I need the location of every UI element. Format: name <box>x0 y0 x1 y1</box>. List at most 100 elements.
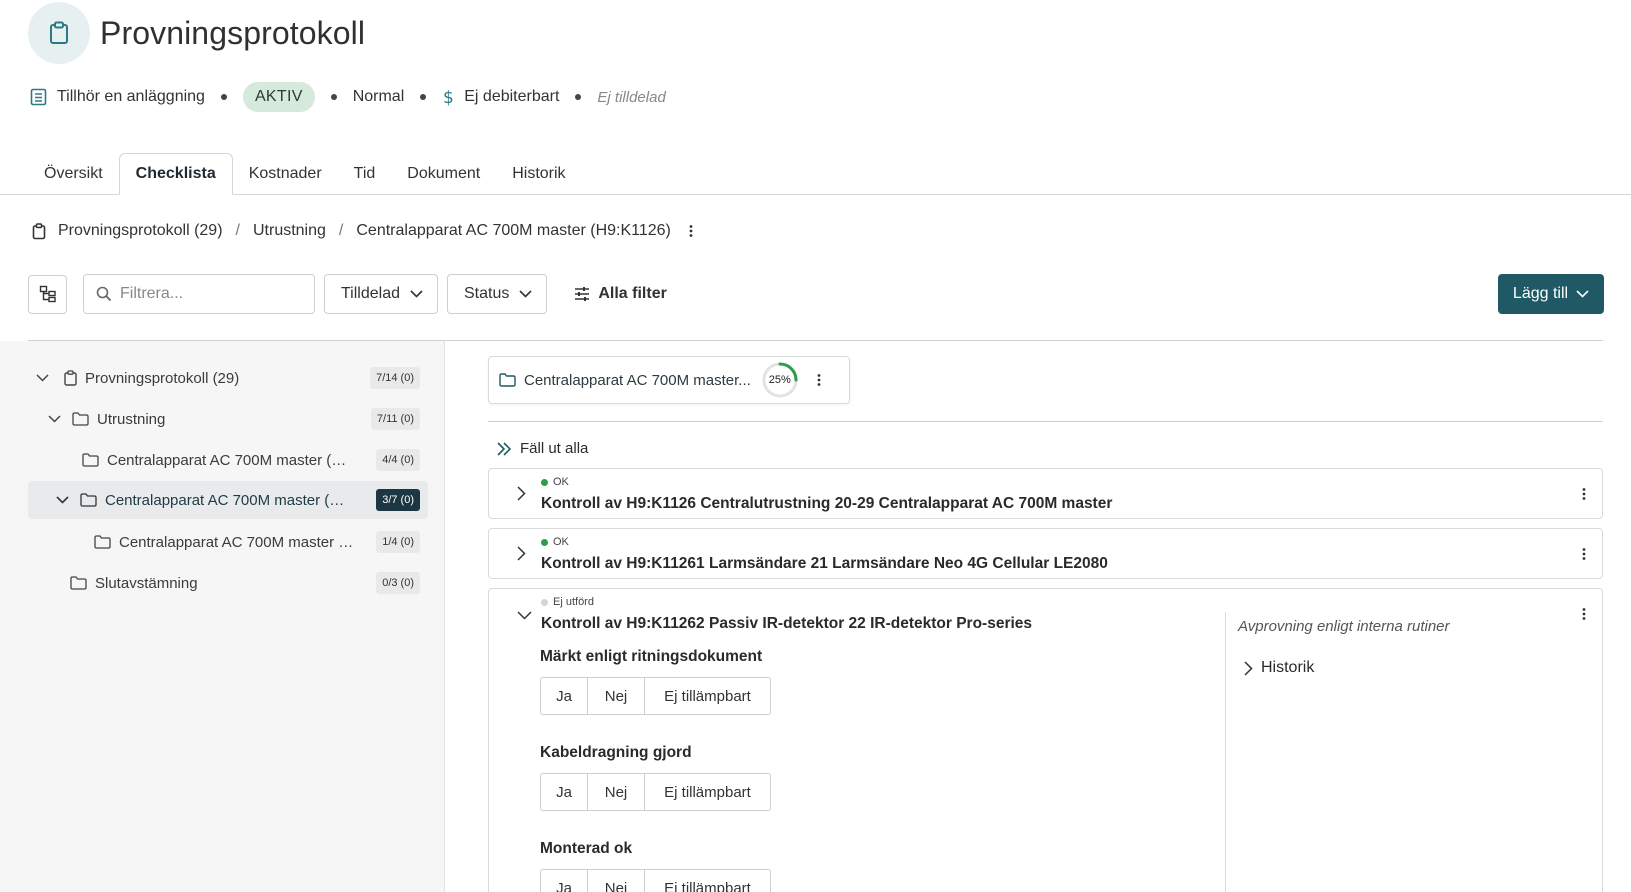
answer-no-button[interactable]: Nej <box>588 774 645 810</box>
toolbar: Tilldelad Status Alla filter <box>28 274 667 314</box>
dollar-icon: $ <box>442 88 454 106</box>
tab-historik[interactable]: Historik <box>496 153 581 195</box>
chevron-down-icon[interactable] <box>34 374 50 382</box>
breadcrumb-item[interactable]: Provningsprotokoll (29) <box>58 222 223 240</box>
answer-no-button[interactable]: Nej <box>588 678 645 714</box>
tree-item-label: Provningsprotokoll (29) <box>85 369 240 387</box>
status-dropdown[interactable]: Status <box>447 274 548 314</box>
answer-yes-button[interactable]: Ja <box>541 774 588 810</box>
group-card-title: Centralapparat AC 700M master... <box>524 371 751 389</box>
chevron-down-icon[interactable] <box>54 496 70 504</box>
double-chevron-right-icon <box>497 441 512 456</box>
more-vertical-icon[interactable] <box>689 224 693 238</box>
folder-icon <box>94 535 111 549</box>
assignee-label[interactable]: Ej tilldelad <box>597 89 665 106</box>
answer-no-button[interactable]: Nej <box>588 870 645 892</box>
answer-na-button[interactable]: Ej tillämpbart <box>645 678 770 714</box>
chevron-down-icon[interactable] <box>46 415 62 423</box>
chevron-right-icon <box>1244 660 1253 676</box>
status-indicator: OK <box>541 536 569 548</box>
more-vertical-icon[interactable] <box>817 373 821 387</box>
tab-tid[interactable]: Tid <box>338 153 392 195</box>
tree-icon <box>39 285 56 303</box>
answer-segmented-control: Ja Nej Ej tillämpbart <box>540 677 771 715</box>
tree-toggle-button[interactable] <box>28 274 67 314</box>
more-vertical-icon[interactable] <box>1582 547 1586 561</box>
checklist-item-title: Kontroll av H9:K1126 Centralutrustning 2… <box>541 495 1113 512</box>
tab-checklista[interactable]: Checklista <box>118 153 233 195</box>
folder-icon <box>70 576 87 590</box>
assigned-dropdown[interactable]: Tilldelad <box>324 274 438 314</box>
more-vertical-icon[interactable] <box>1582 487 1586 501</box>
history-toggle[interactable]: Historik <box>1244 659 1314 677</box>
priority-label[interactable]: Normal <box>353 88 405 106</box>
answer-segmented-control: Ja Nej Ej tillämpbart <box>540 869 771 892</box>
search-field[interactable] <box>83 274 315 314</box>
status-indicator: OK <box>541 476 569 488</box>
progress-count-badge: 0/3 (0) <box>376 572 420 594</box>
all-filters-button[interactable]: Alla filter <box>574 285 667 303</box>
breadcrumb-separator: / <box>338 222 344 239</box>
add-button[interactable]: Lägg till <box>1498 274 1604 314</box>
answer-na-button[interactable]: Ej tillämpbart <box>645 774 770 810</box>
content-divider <box>488 421 1603 422</box>
checklist-item[interactable]: OK Kontroll av H9:K11261 Larmsändare 21 … <box>488 528 1603 579</box>
chevron-down-icon <box>519 290 532 298</box>
status-dropdown-label: Status <box>464 285 510 302</box>
chevron-down-icon <box>410 290 423 298</box>
chevron-down-icon[interactable] <box>517 589 532 641</box>
expand-all-button[interactable]: Fäll ut alla <box>496 440 588 457</box>
history-label: Historik <box>1261 659 1315 676</box>
clipboard-icon <box>32 222 46 240</box>
checklist-item-title: Kontroll av H9:K11261 Larmsändare 21 Lar… <box>541 555 1108 572</box>
building-icon <box>30 88 47 106</box>
breadcrumb-item[interactable]: Utrustning <box>253 222 326 240</box>
tab-oversikt[interactable]: Översikt <box>28 153 119 195</box>
side-note-text: Avprovning enligt interna rutiner <box>1238 618 1450 635</box>
tree-item-label: Centralapparat AC 700M master (... <box>119 533 354 551</box>
chevron-right-icon[interactable] <box>517 529 526 578</box>
folder-icon <box>72 412 89 426</box>
checklist-item[interactable]: OK Kontroll av H9:K1126 Centralutrustnin… <box>488 468 1603 519</box>
answer-yes-button[interactable]: Ja <box>541 870 588 892</box>
status-dot <box>541 598 548 606</box>
tab-bar: Översikt Checklista Kostnader Tid Dokume… <box>28 153 1631 195</box>
tree-item-utrustning[interactable]: Utrustning 7/11 (0) <box>28 400 428 438</box>
progress-count-badge: 7/14 (0) <box>370 367 420 389</box>
progress-count-badge: 4/4 (0) <box>376 449 420 471</box>
svg-text:$: $ <box>443 88 454 106</box>
expand-all-label: Fäll ut alla <box>520 440 589 457</box>
tree-item-equipment[interactable]: Centralapparat AC 700M master (H... 4/4 … <box>28 441 428 479</box>
answer-na-button[interactable]: Ej tillämpbart <box>645 870 770 892</box>
search-icon <box>96 286 112 302</box>
tree-item-label: Utrustning <box>97 410 166 428</box>
folder-icon <box>499 373 516 387</box>
checklist-group-card[interactable]: Centralapparat AC 700M master... 25% <box>488 356 850 404</box>
tree-item-slutavstamning[interactable]: Slutavstämning 0/3 (0) <box>28 564 428 602</box>
chevron-down-icon <box>1576 290 1589 298</box>
breadcrumb: Provningsprotokoll (29) / Utrustning / C… <box>32 222 693 240</box>
search-input[interactable] <box>120 285 300 303</box>
tree-item-label: Centralapparat AC 700M master (H... <box>107 451 352 469</box>
facility-link[interactable]: Tillhör en anläggning <box>57 88 205 106</box>
tab-kostnader[interactable]: Kostnader <box>233 153 338 195</box>
progress-count-badge: 7/11 (0) <box>370 408 420 430</box>
progress-count-badge: 3/7 (0) <box>376 489 420 511</box>
progress-count-badge: 1/4 (0) <box>376 531 420 553</box>
assigned-dropdown-label: Tilldelad <box>341 285 400 302</box>
separator-dot <box>420 94 427 100</box>
all-filters-label: Alla filter <box>598 285 667 302</box>
tree-item-root[interactable]: Provningsprotokoll (29) 7/14 (0) <box>28 359 428 397</box>
answer-segmented-control: Ja Nej Ej tillämpbart <box>540 773 771 811</box>
answer-yes-button[interactable]: Ja <box>541 678 588 714</box>
chevron-right-icon[interactable] <box>517 469 526 518</box>
tree-item-sub-equipment[interactable]: Centralapparat AC 700M master (... 1/4 (… <box>28 523 428 561</box>
progress-ring: 25% <box>761 361 799 399</box>
clipboard-icon <box>64 370 77 386</box>
tab-dokument[interactable]: Dokument <box>391 153 496 195</box>
separator-dot <box>220 94 227 100</box>
breadcrumb-item[interactable]: Centralapparat AC 700M master (H9:K1126) <box>356 222 671 240</box>
tree-item-equipment-selected[interactable]: Centralapparat AC 700M master (H... 3/7 … <box>28 481 428 519</box>
status-badge[interactable]: AKTIV <box>242 82 315 112</box>
billing-label[interactable]: Ej debiterbart <box>464 88 559 106</box>
